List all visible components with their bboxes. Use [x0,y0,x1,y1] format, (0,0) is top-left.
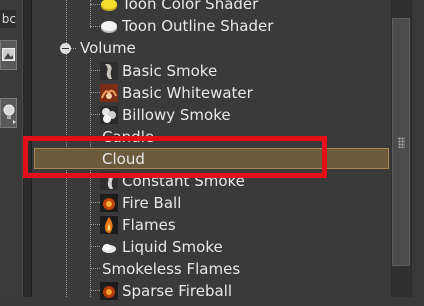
grip-icon[interactable] [398,137,405,148]
tree-item-label: Toon Outline Shader [122,17,274,35]
tree-item-toon-outline-shader[interactable]: Toon Outline Shader [100,15,273,37]
tree-connector [90,92,100,93]
tree-connector [90,70,100,71]
tree-item-billowy-smoke[interactable]: Billowy Smoke [100,104,231,126]
tree-connector [90,224,100,225]
tree-connector [90,4,100,5]
tree-item-label: Basic Whitewater [122,84,253,102]
tree-item-label: Fire Ball [122,194,182,212]
tree-connector [90,268,100,269]
left-toolbar-label: bc [0,10,16,28]
billowy-smoke-icon [100,106,118,124]
tree-connector [90,246,100,247]
tree-item-label: Toon Color Shader [122,0,259,13]
tree-folder-label: Volume [80,39,136,57]
image-icon [2,48,15,61]
tree-connector [66,0,67,49]
tree-item-label: Basic Smoke [122,62,218,80]
smoke-icon [100,62,118,80]
tree-item-flames[interactable]: Flames [100,214,176,236]
tree-item-toon-color-shader[interactable]: Toon Color Shader [100,0,258,15]
tree-connector [90,26,100,27]
right-panel-edge [411,0,424,297]
tree-item-basic-smoke[interactable]: Basic Smoke [100,60,217,82]
white-disc-icon [100,17,118,35]
liquid-smoke-icon [100,238,118,256]
tree-item-label: Liquid Smoke [122,238,223,256]
image-tool-button[interactable] [0,40,17,70]
tree-item-label: Flames [122,216,176,234]
lightbulb-icon [3,104,16,124]
tree-connector [90,202,100,203]
tree-item-basic-whitewater[interactable]: Basic Whitewater [100,82,253,104]
fireball-icon [100,282,118,300]
highlight-annotation [23,136,327,178]
tree-connector [90,290,100,291]
light-tool-button[interactable] [0,98,17,128]
tree-item-label: Sparse Fireball [122,282,233,300]
tree-item-label: Smokeless Flames [102,260,241,278]
tree-folder-volume[interactable]: Volume [80,37,136,59]
tree-item-fire-ball[interactable]: Fire Ball [100,192,181,214]
tree-item-label: Billowy Smoke [122,106,231,124]
whitewater-icon [100,84,118,102]
collapse-icon[interactable] [60,43,71,54]
yellow-disc-icon [100,0,118,13]
tree-connector [90,114,100,115]
flame-icon [100,216,118,234]
left-toolbar: bc [0,0,22,297]
fireball-icon [100,194,118,212]
tree-item-smokeless-flames[interactable]: Smokeless Flames [102,258,240,280]
tree-item-sparse-fireball[interactable]: Sparse Fireball [100,280,232,302]
tree-item-liquid-smoke[interactable]: Liquid Smoke [100,236,223,258]
